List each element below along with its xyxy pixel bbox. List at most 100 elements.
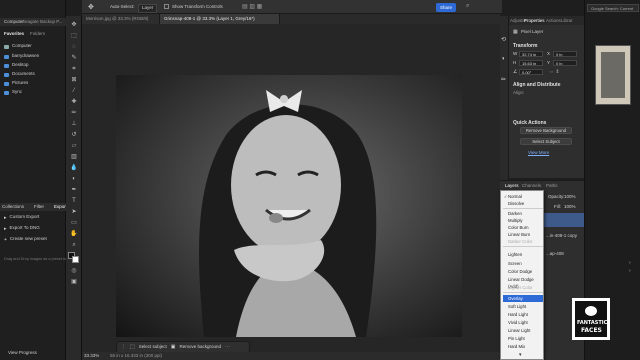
export-item-custom[interactable]: ▸ Custom Export bbox=[4, 214, 39, 221]
blend-vivid-light[interactable]: Vivid Light bbox=[503, 319, 543, 326]
blend-color-dodge[interactable]: Color Dodge bbox=[503, 268, 543, 275]
blend-multiply[interactable]: Multiply bbox=[503, 217, 543, 224]
blend-screen[interactable]: Screen bbox=[503, 260, 543, 267]
tab-channels[interactable]: Channels bbox=[522, 183, 541, 189]
quick-actions-heading[interactable]: Quick Actions bbox=[513, 120, 546, 126]
transform-heading[interactable]: Transform bbox=[513, 43, 537, 49]
angle-field[interactable]: 0.00° bbox=[519, 69, 543, 75]
brush-tool-icon[interactable]: ✏ bbox=[70, 110, 78, 117]
blend-pin-light[interactable]: Pin Light bbox=[503, 335, 543, 342]
type-tool-icon[interactable]: T bbox=[70, 198, 78, 205]
folders-tab[interactable]: Folders bbox=[30, 31, 45, 37]
tab-libraries[interactable]: Librar bbox=[561, 18, 573, 24]
favorites-tab[interactable]: Favorites bbox=[4, 31, 24, 37]
collections-tab[interactable]: Collections bbox=[2, 204, 24, 210]
tab-properties[interactable]: Properties bbox=[524, 18, 545, 24]
tab-morrison[interactable]: Morrison.jpg @ 33.3% (RGB/8) bbox=[82, 14, 160, 24]
auto-select-dropdown[interactable]: Layer bbox=[138, 4, 158, 13]
sidebar-item-computer[interactable]: Computer bbox=[4, 43, 32, 50]
background-color-swatch[interactable] bbox=[72, 256, 79, 263]
zoom-level[interactable]: 33.33% bbox=[84, 353, 99, 359]
dodge-tool-icon[interactable]: ◐ bbox=[70, 176, 78, 183]
blend-hard-mix[interactable]: Hard Mix bbox=[503, 343, 543, 350]
adjustments-icon[interactable]: ◑ bbox=[501, 56, 505, 62]
healing-brush-icon[interactable]: ✚ bbox=[70, 99, 78, 106]
side-arrow-icon[interactable]: › bbox=[629, 260, 631, 266]
align-heading[interactable]: Align and Distribute bbox=[513, 82, 561, 88]
shape-tool-icon[interactable]: ▭ bbox=[70, 220, 78, 227]
lasso-tool-icon[interactable]: ◌ bbox=[70, 44, 78, 51]
pen-tool-icon[interactable]: ✒ bbox=[70, 187, 78, 194]
width-field[interactable]: 32.74 in bbox=[519, 51, 543, 57]
gradient-tool-icon[interactable]: ▥ bbox=[70, 154, 78, 161]
layer-name[interactable]: ...in-408-1 copy bbox=[546, 233, 577, 239]
quick-mask-icon[interactable]: ◎ bbox=[70, 268, 78, 275]
blend-darken[interactable]: Darken bbox=[503, 210, 543, 217]
frame-tool-icon[interactable]: ⊠ bbox=[70, 77, 78, 84]
blend-dissolve[interactable]: Dissolve bbox=[503, 200, 543, 207]
marquee-tool-icon[interactable]: ⬚ bbox=[70, 33, 78, 40]
blend-hard-light[interactable]: Hard Light bbox=[503, 311, 543, 318]
screen-mode-icon[interactable]: ▣ bbox=[70, 279, 78, 286]
eraser-icon[interactable]: ▱ bbox=[70, 143, 78, 150]
view-progress-link[interactable]: View Progress bbox=[8, 350, 37, 356]
y-field[interactable]: 0 in bbox=[553, 60, 577, 66]
layer-name[interactable]: ...ap-408 bbox=[546, 251, 564, 257]
sidebar-item-home[interactable]: barrydrawsen bbox=[4, 53, 39, 60]
side-arrow-icon[interactable]: › bbox=[629, 268, 631, 274]
tab-actions[interactable]: Actions bbox=[546, 18, 561, 24]
blend-overlay[interactable]: Overlay bbox=[503, 295, 543, 302]
hand-tool-icon[interactable]: ✋ bbox=[70, 231, 78, 238]
crop-tool-icon[interactable]: ⌗ bbox=[70, 66, 78, 73]
selected-layer-row[interactable] bbox=[544, 213, 584, 227]
path-select-icon[interactable]: ➤ bbox=[70, 209, 78, 216]
history-icon[interactable]: ⟲ bbox=[501, 36, 506, 43]
blend-linear-light[interactable]: Linear Light bbox=[503, 327, 543, 334]
opacity-value[interactable]: 100% bbox=[564, 194, 576, 200]
create-preset-button[interactable]: + Create new preset bbox=[4, 236, 47, 243]
blur-tool-icon[interactable]: 💧 bbox=[70, 165, 78, 172]
eyedropper-icon[interactable]: ⁄ bbox=[70, 88, 78, 95]
flip-icons[interactable]: ⇔ ⇕ bbox=[549, 69, 560, 75]
align-icons[interactable]: ▤ ▥ ▦ bbox=[242, 3, 262, 10]
scroll-down-arrow-icon[interactable]: ▾ bbox=[519, 352, 522, 358]
sidebar-item-documents[interactable]: Documents bbox=[4, 71, 35, 78]
move-tool-icon[interactable]: ✥ bbox=[70, 22, 78, 29]
sidebar-item-sync[interactable]: Sync bbox=[4, 89, 22, 96]
more-options-icon[interactable]: ⋯ bbox=[225, 344, 230, 350]
history-brush-icon[interactable]: ↺ bbox=[70, 132, 78, 139]
sidebar-item-pictures[interactable]: Pictures bbox=[4, 80, 28, 87]
select-subject-button[interactable]: Select subject bbox=[139, 344, 167, 350]
height-field[interactable]: 15.63 in bbox=[519, 60, 543, 66]
share-button[interactable]: Share bbox=[436, 3, 457, 12]
clone-stamp-icon[interactable]: ⊥ bbox=[70, 121, 78, 128]
blend-mode-dropdown[interactable]: ✓ Normal Dissolve Darken Multiply Color B… bbox=[500, 190, 544, 360]
tab-grinsnap[interactable]: Grinsnap-408-1 @ 33.3% (Layer 1, Grey/16… bbox=[160, 14, 280, 24]
x-field[interactable]: 0 in bbox=[553, 51, 577, 57]
remove-background-quick-button[interactable]: Remove Background bbox=[520, 127, 572, 134]
fill-value[interactable]: 100% bbox=[564, 204, 576, 210]
remove-background-button[interactable]: Remove background bbox=[179, 344, 221, 350]
search-icon[interactable]: ⌕ bbox=[466, 3, 469, 10]
google-search-field[interactable]: Google Search: Current bbox=[587, 4, 639, 12]
blend-linear-dodge[interactable]: Linear Dodge (Add) bbox=[503, 276, 543, 289]
transform-controls-checkbox[interactable] bbox=[164, 4, 169, 9]
location-tab-backup[interactable]: Seagate Backup P... bbox=[22, 19, 62, 25]
grip-icon[interactable]: ⋮ bbox=[121, 344, 126, 350]
select-subject-quick-button[interactable]: Select Subject bbox=[520, 138, 572, 145]
blend-normal[interactable]: ✓ Normal bbox=[503, 193, 543, 200]
tab-layers[interactable]: Layers bbox=[505, 183, 519, 189]
filter-tab[interactable]: Filter bbox=[34, 204, 44, 210]
blend-lighten[interactable]: Lighten bbox=[503, 251, 543, 258]
zoom-tool-icon[interactable]: ⌕ bbox=[70, 242, 78, 249]
location-tab-computer[interactable]: Computer bbox=[4, 19, 24, 25]
move-tool-icon[interactable]: ✥ bbox=[88, 3, 94, 11]
document-image[interactable] bbox=[116, 75, 462, 337]
blend-soft-light[interactable]: Soft Light bbox=[503, 303, 543, 310]
sidebar-item-desktop[interactable]: Desktop bbox=[4, 62, 29, 69]
tab-paths[interactable]: Paths bbox=[546, 183, 558, 189]
brush-settings-icon[interactable]: ✏ bbox=[501, 76, 506, 83]
blend-color-burn[interactable]: Color Burn bbox=[503, 224, 543, 231]
view-more-link[interactable]: View More bbox=[528, 150, 549, 156]
quick-select-icon[interactable]: ✎ bbox=[70, 55, 78, 62]
